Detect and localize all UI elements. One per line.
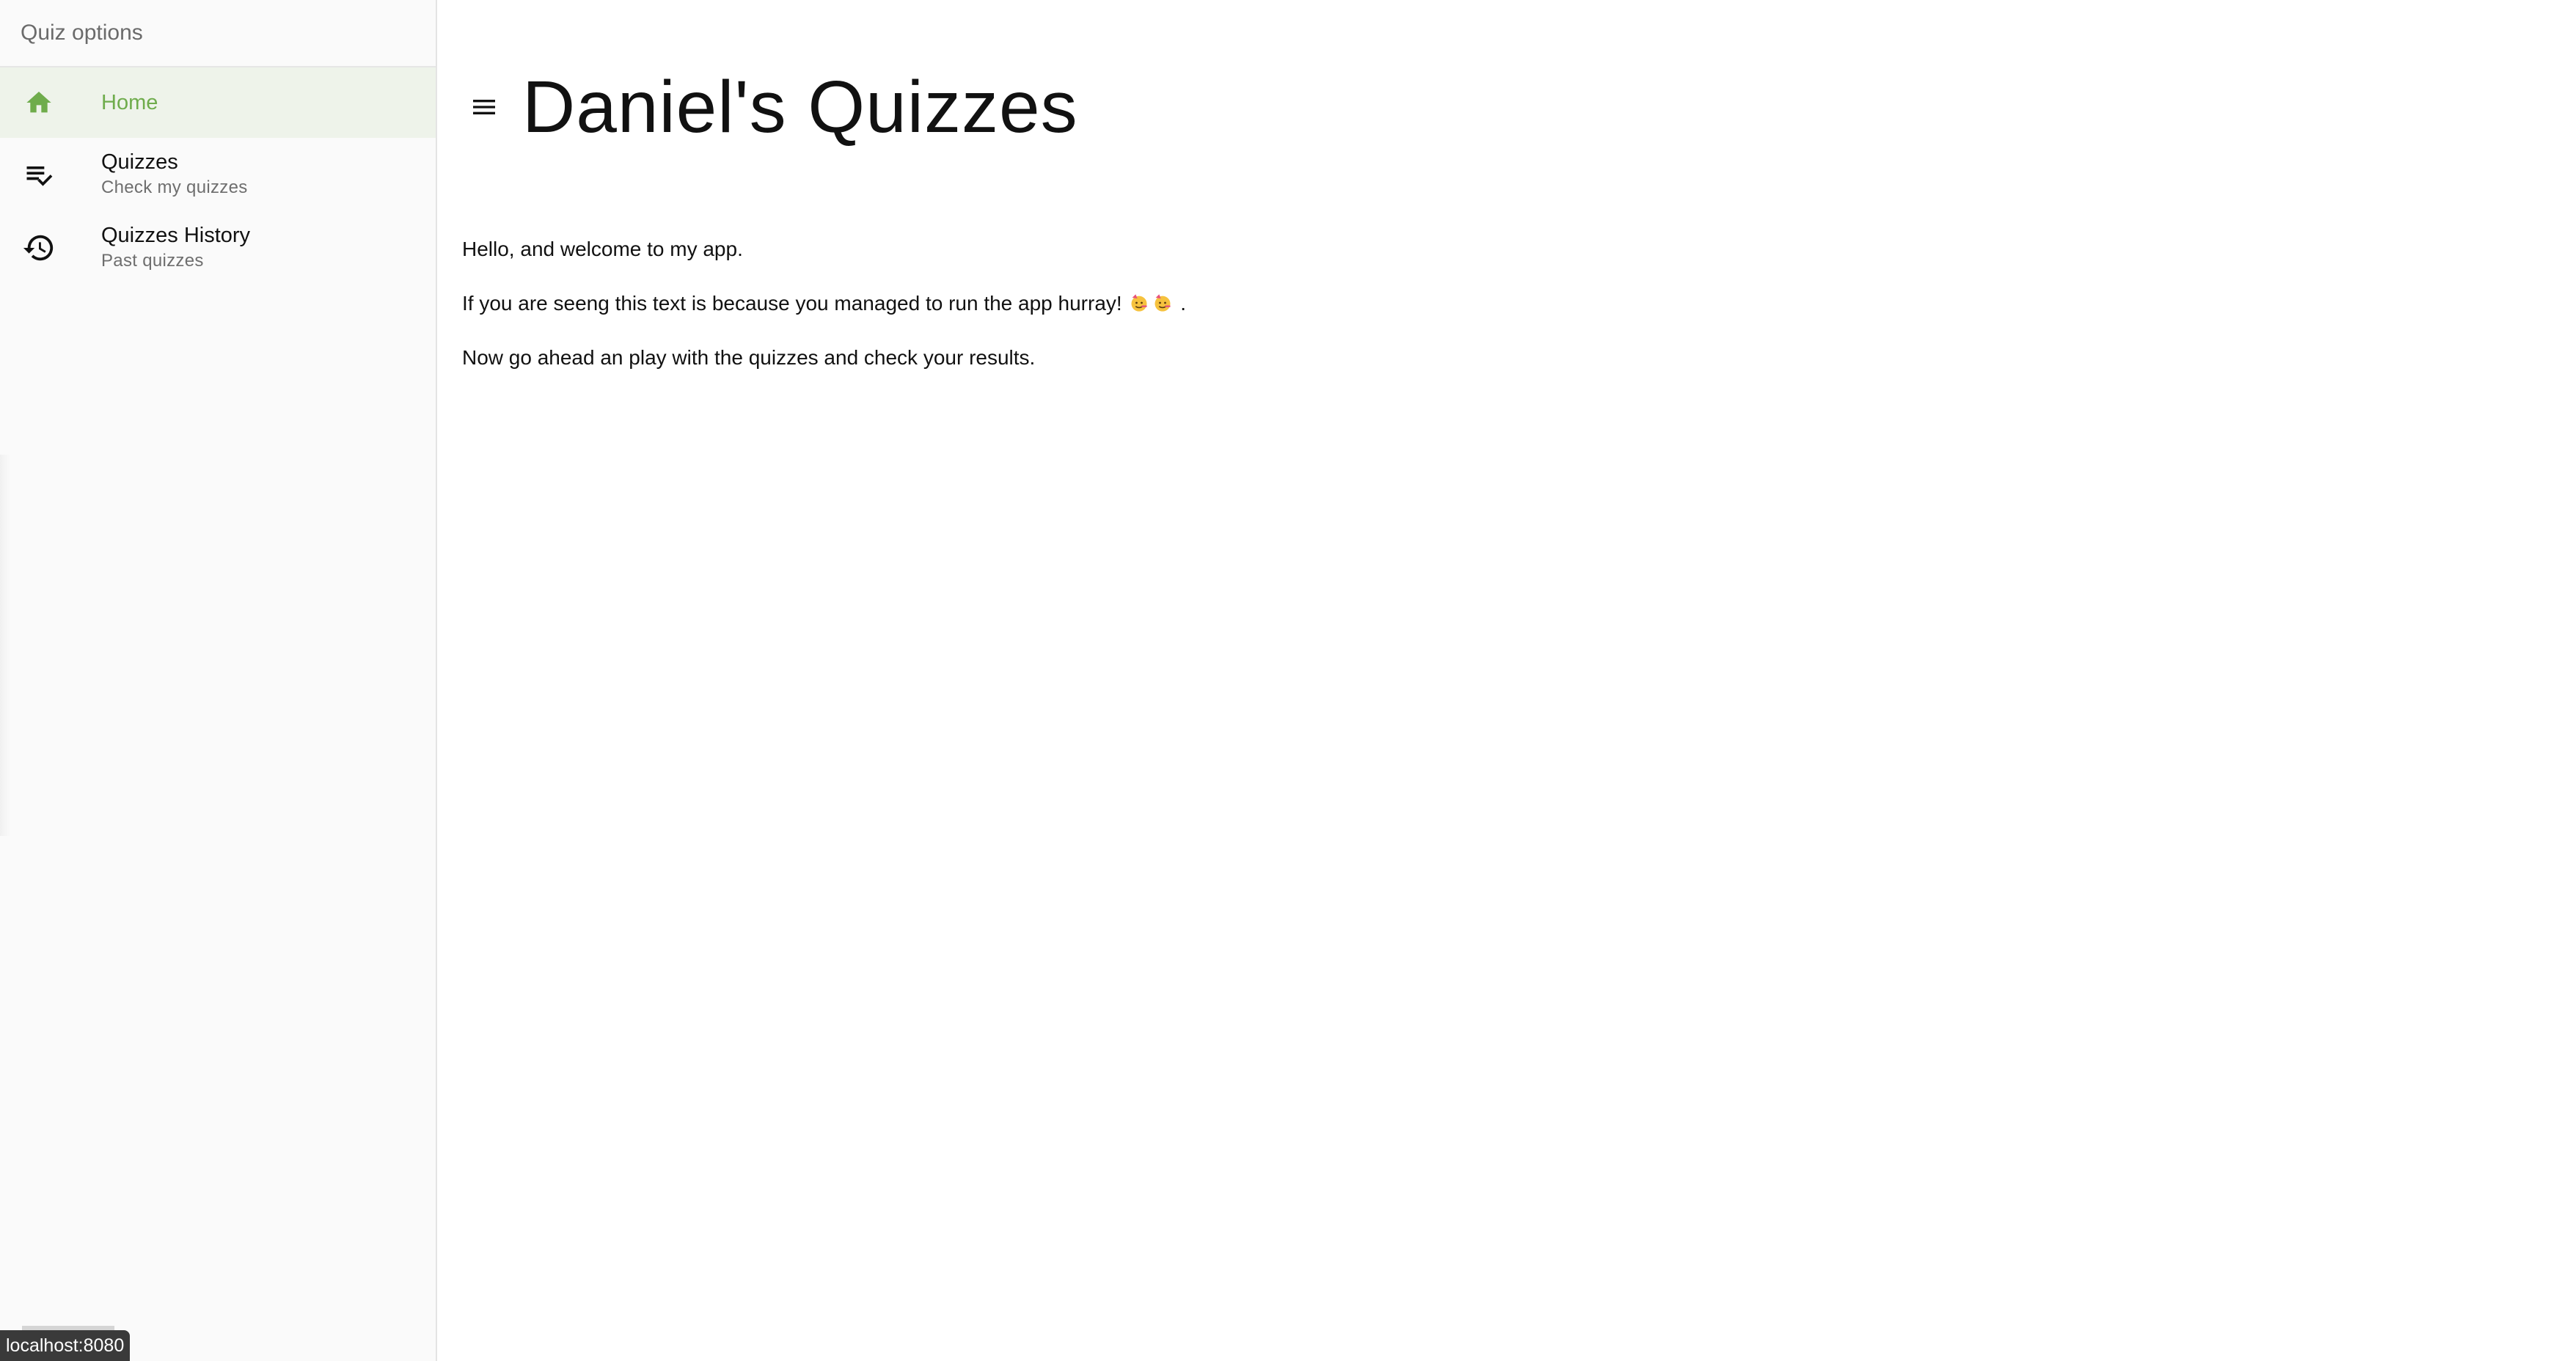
status-bar-url: localhost:8080 xyxy=(0,1326,131,1361)
hamburger-menu-button[interactable] xyxy=(462,85,506,129)
success-line-end: . xyxy=(1180,292,1187,315)
sidebar-item-subtitle: Past quizzes xyxy=(101,251,204,271)
drawer-edge-shadow xyxy=(0,455,10,836)
success-line: If you are seeng this text is because yo… xyxy=(462,289,1186,318)
nav-drawer: Quiz options Home Quizzes Check my quizz… xyxy=(0,0,437,1361)
sidebar-item-label: Home xyxy=(101,91,158,114)
drawer-title: Quiz options xyxy=(0,0,436,67)
playlist-check-icon xyxy=(0,158,79,191)
sidebar-item-quizzes[interactable]: Quizzes Check my quizzes xyxy=(0,138,436,211)
sidebar-item-label: Quizzes History xyxy=(101,224,251,247)
toolbar: Daniel's Quizzes xyxy=(439,60,1078,154)
app-root: Quiz options Home Quizzes Check my quizz… xyxy=(0,0,2576,1361)
sidebar-item-label: Quizzes xyxy=(101,150,178,174)
welcome-text: Hello, and welcome to my app. If you are… xyxy=(462,235,1186,397)
sidebar-item-home[interactable]: Home xyxy=(0,67,436,138)
instruction-line: Now go ahead an play with the quizzes an… xyxy=(462,346,1036,369)
home-icon xyxy=(0,88,79,117)
sidebar-item-quizzes-history[interactable]: Quizzes History Past quizzes xyxy=(0,211,436,285)
history-icon xyxy=(0,231,79,265)
success-line-text: If you are seeng this text is because yo… xyxy=(462,292,1122,315)
party-face-emoji-icon xyxy=(1155,294,1171,312)
page-title: Daniel's Quizzes xyxy=(522,65,1078,148)
main-content: Daniel's Quizzes Hello, and welcome to m… xyxy=(439,0,2576,1361)
hamburger-menu-icon xyxy=(473,100,495,114)
welcome-line: Hello, and welcome to my app. xyxy=(462,238,743,260)
party-face-emoji-icon xyxy=(1131,294,1147,312)
sidebar-item-subtitle: Check my quizzes xyxy=(101,177,248,197)
